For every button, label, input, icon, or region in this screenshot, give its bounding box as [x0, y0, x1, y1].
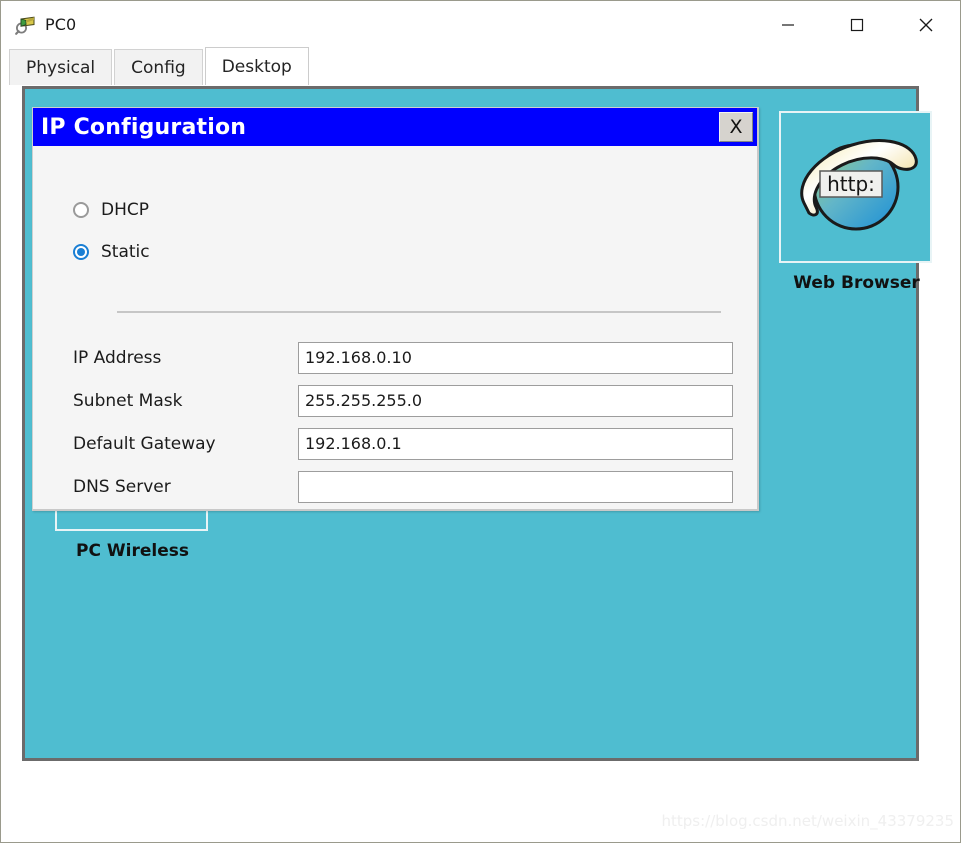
window-title-text: PC0	[45, 15, 77, 34]
maximize-button[interactable]	[822, 1, 891, 48]
radio-dhcp-label: DHCP	[101, 200, 149, 220]
input-dns-server[interactable]	[298, 470, 733, 503]
tab-content-area: http: Web Browser PC Wireless IP Configu…	[1, 85, 960, 842]
tab-config[interactable]: Config	[114, 49, 203, 85]
ip-config-body: DHCP Static IP Address 192.168.0.10 Subn…	[33, 146, 757, 509]
ip-config-form: IP Address Subnet Mask Default Gateway	[73, 336, 733, 508]
close-icon	[917, 16, 935, 34]
pc0-window: PC0 Physical Config Desktop http: Web Br…	[0, 0, 961, 843]
desktop-panel: http: Web Browser PC Wireless IP Configu…	[22, 86, 932, 761]
ip-config-titlebar: IP Configuration X	[33, 108, 757, 146]
minimize-icon	[780, 17, 796, 33]
radio-static-icon	[73, 244, 89, 260]
ip-config-title-text: IP Configuration	[41, 114, 247, 140]
watermark-text: https://blog.csdn.net/weixin_43379235	[661, 812, 954, 830]
window-controls-group	[753, 1, 960, 48]
form-row-ip-address: IP Address	[73, 336, 733, 379]
radio-option-static[interactable]: Static	[73, 237, 150, 267]
label-default-gateway: Default Gateway	[73, 433, 216, 454]
radio-static-label: Static	[101, 242, 150, 262]
input-subnet-mask[interactable]	[298, 384, 733, 417]
device-tab-bar: Physical Config Desktop	[1, 47, 960, 85]
radio-dhcp-icon	[73, 202, 89, 218]
desktop-icon-web-browser[interactable]: http: Web Browser	[779, 111, 934, 293]
web-browser-icon-cell: http:	[779, 111, 932, 263]
desktop-icon-label-pc-wireless: PC Wireless	[76, 541, 189, 561]
form-row-subnet-mask: Subnet Mask	[73, 379, 733, 422]
minimize-button[interactable]	[753, 1, 822, 48]
web-browser-badge-text: http:	[827, 172, 875, 196]
form-row-default-gateway: Default Gateway	[73, 422, 733, 465]
form-row-dns-server: DNS Server	[73, 465, 733, 508]
desktop-icon-label-web-browser: Web Browser	[793, 273, 920, 293]
radio-option-dhcp[interactable]: DHCP	[73, 195, 150, 225]
input-ip-address[interactable]	[298, 341, 733, 374]
form-separator	[117, 311, 721, 313]
packet-tracer-pc-icon	[14, 14, 36, 36]
web-browser-globe-icon: http:	[790, 125, 922, 249]
label-dns-server: DNS Server	[73, 476, 171, 497]
ip-mode-radio-group: DHCP Static	[73, 195, 150, 279]
tab-desktop[interactable]: Desktop	[204, 47, 309, 85]
input-default-gateway[interactable]	[298, 427, 733, 460]
window-title-bar: PC0	[1, 1, 960, 48]
label-ip-address: IP Address	[73, 347, 162, 368]
close-button[interactable]	[891, 1, 960, 48]
tab-physical[interactable]: Physical	[9, 49, 113, 85]
title-bar-left-group: PC0	[1, 14, 76, 36]
ip-config-close-button[interactable]: X	[719, 112, 753, 142]
ip-configuration-dialog: IP Configuration X DHCP Static IP Addres…	[32, 107, 759, 511]
maximize-icon	[849, 17, 865, 33]
label-subnet-mask: Subnet Mask	[73, 390, 183, 411]
